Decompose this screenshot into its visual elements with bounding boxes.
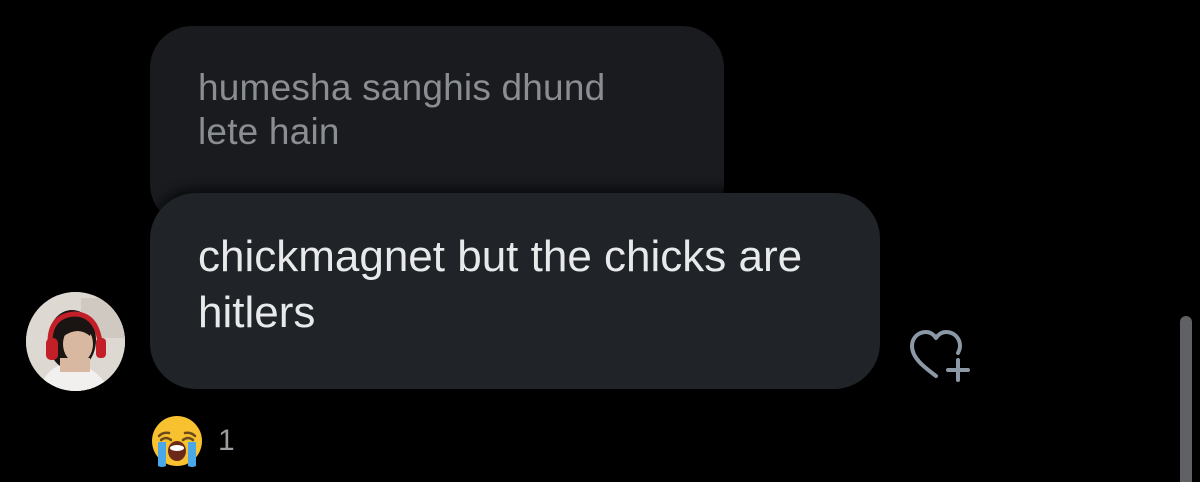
quoted-message-text: humesha sanghis dhund lete hain xyxy=(198,67,606,152)
dm-conversation: humesha sanghis dhund lete hain chickmag… xyxy=(0,0,1200,482)
scrollbar-thumb[interactable] xyxy=(1180,316,1192,482)
message-bubble[interactable]: chickmagnet but the chicks are hitlers xyxy=(150,193,880,389)
message-text: chickmagnet but the chicks are hitlers xyxy=(198,232,803,337)
reaction-pill[interactable]: 1 xyxy=(150,413,235,469)
add-reaction-button[interactable] xyxy=(906,324,976,384)
loudly-crying-face-icon xyxy=(152,416,202,467)
user-avatar-photo-icon xyxy=(26,292,125,391)
reaction-count: 1 xyxy=(218,424,235,457)
heart-plus-icon xyxy=(910,330,970,382)
avatar[interactable] xyxy=(26,292,125,391)
